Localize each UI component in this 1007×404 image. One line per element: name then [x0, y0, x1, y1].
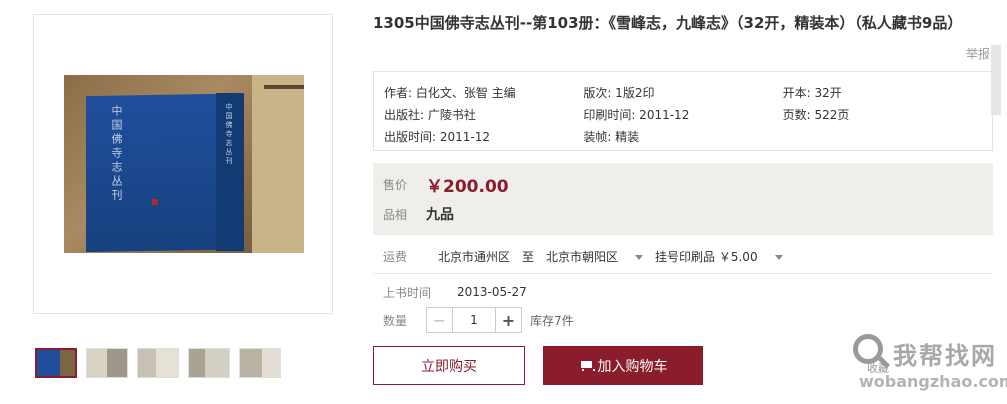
watermark-cn: 我帮找网 [893, 342, 997, 370]
uptime-label: 上书时间 [383, 285, 432, 300]
shipping-method: 挂号印刷品 ￥5.00 [655, 249, 758, 264]
watermark: 我帮找网 收藏 wobangzhao.com [853, 334, 1007, 400]
price-value: ￥200.00 [426, 176, 509, 197]
thumbnail-2[interactable] [86, 348, 128, 378]
product-main-image[interactable]: 中国佛寺志丛刊 中国佛寺志丛刊 [33, 14, 333, 314]
price-row: 售价 ￥200.00 [383, 169, 983, 199]
specs-row: 作者: 白化文、张智 主编 版次: 1版2印 开本: 32开 [384, 81, 982, 103]
chevron-down-icon [635, 254, 644, 260]
shipping-label: 运费 [383, 249, 408, 264]
specs-row: 出版社: 广陵书社 印刷时间: 2011-12 页数: 522页 [384, 103, 982, 125]
quantity-stepper: − 1 + [426, 307, 522, 333]
thumbnail-4[interactable] [188, 348, 230, 378]
book-cover-text: 中国佛寺志丛刊 [110, 105, 123, 203]
price-label: 售价 [383, 177, 408, 192]
thumbnail-5[interactable] [239, 348, 281, 378]
shipping-to: 北京市朝阳区 [546, 249, 619, 264]
thumbnail-1[interactable] [35, 348, 77, 378]
grade-label: 品相 [383, 207, 408, 222]
report-link[interactable]: 举报 [966, 45, 990, 62]
quantity-input[interactable]: 1 [453, 308, 495, 332]
buy-now-button[interactable]: 立即购买 [373, 346, 525, 385]
shipping-from: 北京市通州区 [438, 249, 511, 264]
book-spine-text: 中国佛寺志丛刊 [225, 103, 233, 166]
specs-box: 作者: 白化文、张智 主编 版次: 1版2印 开本: 32开 出版社: 广陵书社… [373, 71, 993, 151]
spec-print-date: 印刷时间: 2011-12 [583, 107, 690, 122]
red-seal [152, 199, 158, 205]
spec-author: 作者: 白化文、张智 主编 [384, 85, 516, 100]
spec-publisher: 出版社: 广陵书社 [384, 107, 476, 122]
quantity-plus-button[interactable]: + [495, 308, 521, 332]
quantity-row: 数量 − 1 + 库存7件 [383, 307, 574, 333]
thumbnail-strip [35, 348, 281, 378]
chevron-down-icon [774, 254, 783, 260]
spec-publish-date: 出版时间: 2011-12 [384, 129, 490, 144]
shipping-row: 运费 北京市通州区 至 北京市朝阳区 挂号印刷品 ￥5.00 [383, 246, 795, 266]
thumbnail-3[interactable] [137, 348, 179, 378]
shipping-to-select[interactable]: 北京市朝阳区 [546, 248, 644, 265]
spec-binding: 装帧: 精装 [583, 129, 640, 144]
stock-count: 库存7件 [530, 313, 574, 328]
price-box: 售价 ￥200.00 品相 九品 [373, 163, 993, 235]
uptime-value: 2013-05-27 [457, 285, 527, 299]
shipping-to-label: 至 [522, 249, 535, 264]
quantity-label: 数量 [383, 313, 408, 328]
spec-pages: 页数: 522页 [782, 107, 850, 122]
book-cover [86, 93, 216, 253]
product-title: 1305中国佛寺志丛刊--第103册：《雪峰志，九峰志》（32开，精装本）（私人… [373, 14, 963, 32]
uptime-row: 上书时间 2013-05-27 [383, 282, 527, 302]
quantity-minus-button[interactable]: − [427, 308, 453, 332]
divider [373, 273, 993, 274]
grade-row: 品相 九品 [383, 199, 983, 229]
product-photo: 中国佛寺志丛刊 中国佛寺志丛刊 [64, 75, 304, 253]
specs-row: 出版时间: 2011-12 装帧: 精装 [384, 125, 982, 147]
background-paper-strip [264, 85, 304, 89]
grade-value: 九品 [426, 207, 454, 223]
watermark-en: wobangzhao.com [859, 372, 1007, 391]
cart-icon [579, 360, 595, 371]
spec-edition: 版次: 1版2印 [583, 85, 655, 100]
add-to-cart-label: 加入购物车 [597, 358, 668, 375]
background-paper [252, 75, 304, 253]
shipping-method-select[interactable]: 挂号印刷品 ￥5.00 [655, 248, 783, 265]
spec-format: 开本: 32开 [782, 85, 842, 100]
add-to-cart-button[interactable]: 加入购物车 [543, 346, 703, 385]
